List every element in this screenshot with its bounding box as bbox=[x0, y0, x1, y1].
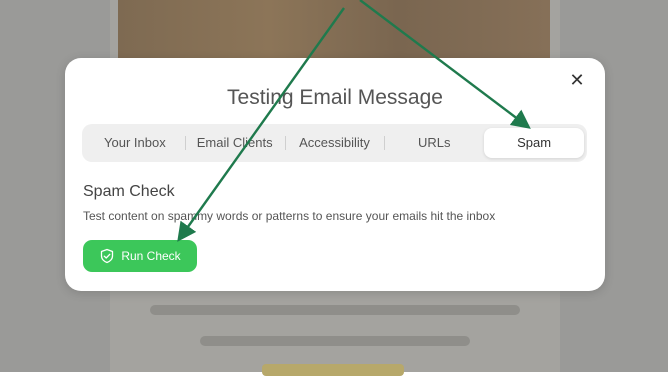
background-text-line bbox=[150, 305, 520, 315]
run-check-button[interactable]: Run Check bbox=[83, 240, 197, 272]
background-button bbox=[262, 364, 404, 376]
tab-your-inbox[interactable]: Your Inbox bbox=[85, 128, 185, 158]
tab-email-clients[interactable]: Email Clients bbox=[184, 128, 285, 158]
tab-urls[interactable]: URLs bbox=[384, 128, 484, 158]
run-check-label: Run Check bbox=[121, 249, 181, 263]
tab-accessibility[interactable]: Accessibility bbox=[284, 128, 385, 158]
modal-title: Testing Email Message bbox=[227, 86, 443, 109]
background-text-line bbox=[200, 336, 470, 346]
section-description: Test content on spammy words or patterns… bbox=[83, 209, 496, 223]
testing-modal: ✕ Testing Email Message Your Inbox Email… bbox=[65, 58, 605, 291]
shield-check-icon bbox=[101, 248, 114, 264]
tab-bar: Your Inbox Email Clients Accessibility U… bbox=[82, 124, 587, 162]
tab-spam[interactable]: Spam bbox=[484, 128, 584, 158]
section-title: Spam Check bbox=[83, 183, 175, 200]
